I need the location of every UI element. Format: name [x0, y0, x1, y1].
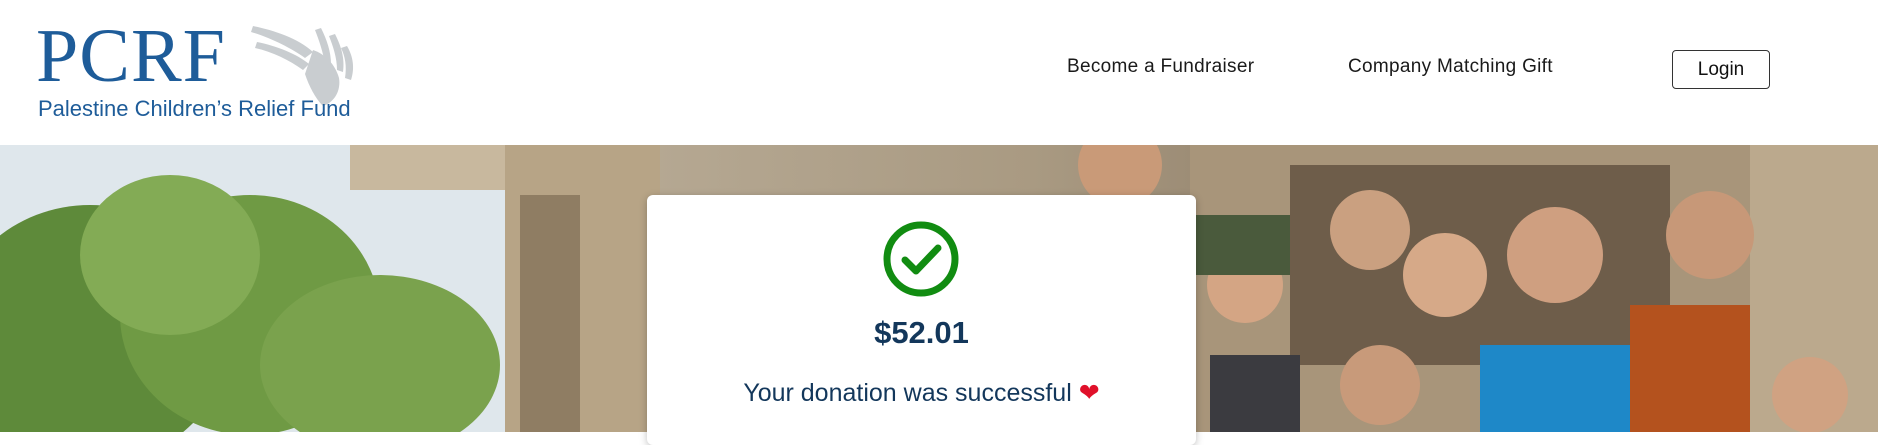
site-header: PCRF Palestine Children’s Relief Fund Be…: [0, 0, 1878, 145]
pcrf-logo[interactable]: PCRF Palestine Children’s Relief Fund: [36, 14, 354, 128]
donation-success-card: $52.01 Your donation was successful ❤: [647, 195, 1196, 445]
nav-company-matching-gift[interactable]: Company Matching Gift: [1348, 56, 1553, 78]
nav-become-fundraiser[interactable]: Become a Fundraiser: [1067, 56, 1254, 78]
logo-wordmark: PCRF: [36, 14, 226, 98]
donation-amount: $52.01: [874, 315, 969, 350]
success-text: Your donation was successful: [743, 379, 1072, 407]
success-message: Your donation was successful ❤: [647, 378, 1196, 408]
heart-icon: ❤: [1078, 379, 1100, 407]
check-circle-icon: [883, 221, 959, 297]
hands-icon: [251, 26, 354, 106]
logo-tagline: Palestine Children’s Relief Fund: [38, 96, 351, 121]
login-button[interactable]: Login: [1672, 50, 1770, 89]
